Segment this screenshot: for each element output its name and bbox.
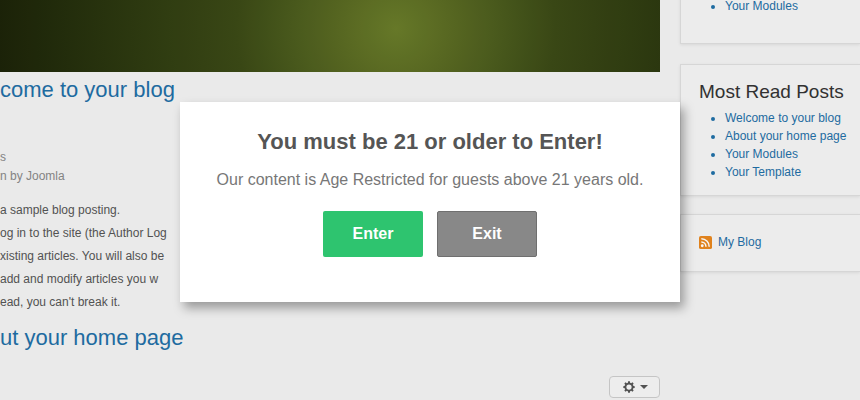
modal-title: You must be 21 or older to Enter! xyxy=(257,128,603,156)
page: come to your blogsn by Joomlaa sample bl… xyxy=(0,0,860,400)
enter-button[interactable]: Enter xyxy=(323,211,423,257)
exit-button[interactable]: Exit xyxy=(437,211,537,257)
modal-overlay: You must be 21 or older to Enter! Our con… xyxy=(0,0,860,400)
modal-buttons: Enter Exit xyxy=(323,211,537,257)
age-modal: You must be 21 or older to Enter! Our con… xyxy=(180,102,680,302)
modal-message: Our content is Age Restricted for guests… xyxy=(217,170,644,190)
